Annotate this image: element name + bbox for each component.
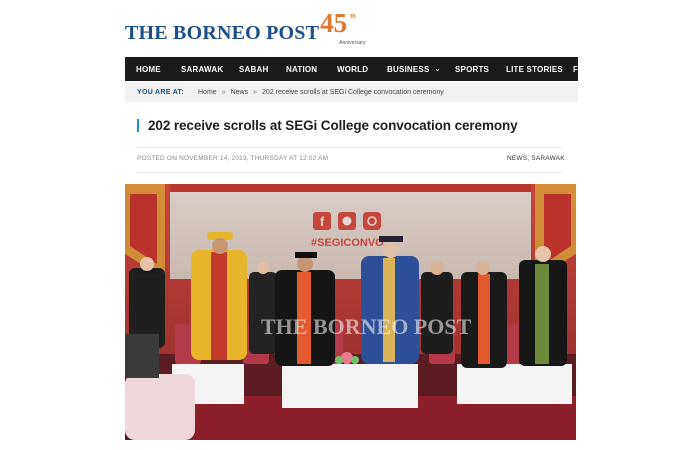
- nav-label: SARAWAK: [181, 64, 224, 74]
- title-accent-bar: [137, 119, 139, 132]
- anniversary-badge: 45 th Anniversary: [320, 8, 365, 46]
- nav-item-business[interactable]: BUSINESS ⌄: [387, 65, 441, 74]
- divider: [137, 147, 562, 148]
- nav-item-sarawak[interactable]: SARAWAK: [181, 65, 223, 74]
- breadcrumb-home[interactable]: Home: [198, 89, 217, 96]
- nav-item-sabah[interactable]: SABAH: [239, 65, 268, 74]
- svg-text:f: f: [320, 214, 325, 229]
- anniversary-number: 45: [320, 8, 348, 38]
- divider: [137, 172, 562, 173]
- breadcrumb-lead: YOU ARE AT:: [137, 88, 184, 96]
- article-categories[interactable]: NEWS, SARAWAK: [507, 155, 565, 162]
- anniversary-suffix: th: [350, 14, 356, 20]
- nav-item-lite-stories[interactable]: LITE STORIES: [506, 65, 563, 74]
- breadcrumb-separator: »: [221, 88, 226, 96]
- nav-item-home[interactable]: HOME: [136, 65, 161, 74]
- photo-watermark: THE BORNEO POST: [261, 314, 472, 339]
- nav-label: HOME: [136, 64, 161, 74]
- post-date: POSTED ON NOVEMBER 14, 2019, THURSDAY AT…: [137, 155, 329, 162]
- nav-label: SABAH: [239, 64, 269, 74]
- instagram-icon: [363, 212, 381, 230]
- nav-item-world[interactable]: WORLD: [337, 65, 368, 74]
- photo-hashtag: #SEGICONVO: [311, 237, 384, 249]
- article-header: 202 receive scrolls at SEGi College conv…: [137, 118, 518, 133]
- article-title: 202 receive scrolls at SEGi College conv…: [148, 118, 518, 133]
- nav-label: NATION: [286, 64, 318, 74]
- nav-item-overflow[interactable]: F: [573, 65, 578, 74]
- breadcrumb-current: 202 receive scrolls at SEGi College conv…: [262, 88, 444, 96]
- nav-label: BUSINESS: [387, 64, 430, 74]
- chevron-down-icon: ⌄: [434, 66, 441, 73]
- breadcrumb: YOU ARE AT: Home » News » 202 receive sc…: [125, 82, 578, 102]
- nav-item-nation[interactable]: NATION: [286, 65, 317, 74]
- nav-item-sports[interactable]: SPORTS: [455, 65, 489, 74]
- convocation-photo: f #SEGICONVO THE BORNEO POST: [125, 184, 576, 440]
- nav-label: SPORTS: [455, 64, 490, 74]
- breadcrumb-separator: »: [253, 88, 258, 96]
- article-photo[interactable]: f #SEGICONVO THE BORNEO POST: [125, 184, 576, 440]
- site-logo[interactable]: THE BORNEO POST 45 th Anniversary: [125, 8, 366, 46]
- logo-text: THE BORNEO POST: [125, 22, 320, 44]
- main-nav: HOME SARAWAK SABAH NATION WORLD BUSINESS…: [125, 57, 578, 81]
- nav-label: WORLD: [337, 64, 369, 74]
- nav-label: LITE STORIES: [506, 64, 563, 74]
- nav-label: F: [573, 64, 578, 74]
- anniversary-label: Anniversary: [339, 40, 366, 46]
- breadcrumb-news[interactable]: News: [231, 89, 249, 96]
